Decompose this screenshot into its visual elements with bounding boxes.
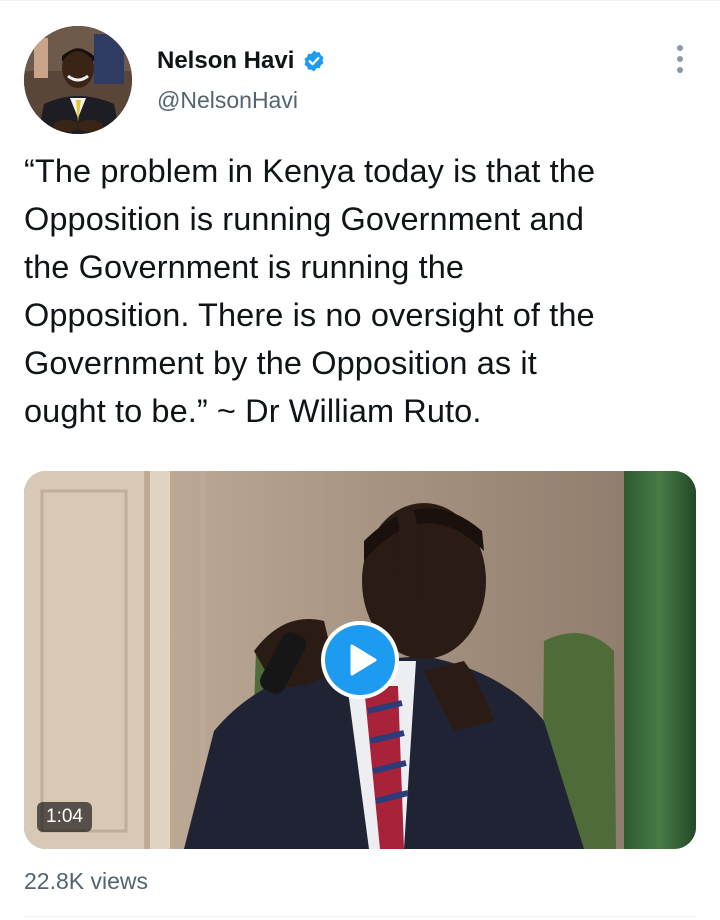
video-duration-badge: 1:04 [37, 802, 92, 832]
more-dot [677, 67, 683, 73]
avatar[interactable] [24, 26, 132, 134]
play-icon [350, 644, 377, 676]
verified-badge-icon [304, 50, 324, 72]
author-name-row: Nelson Havi [157, 46, 326, 76]
play-button-circle [325, 625, 395, 695]
tweet-text: “The problem in Kenya today is that the … [24, 153, 596, 429]
view-count: 22.8K views [24, 868, 149, 894]
bottom-divider [24, 916, 696, 917]
avatar-image [24, 26, 132, 134]
display-name[interactable]: Nelson Havi [157, 46, 294, 76]
play-button[interactable] [321, 621, 399, 699]
top-divider [0, 0, 720, 1]
more-dot [677, 45, 683, 51]
more-options-icon[interactable] [668, 42, 692, 76]
author-handle[interactable]: @NelsonHavi [157, 86, 298, 114]
more-dot [677, 56, 683, 62]
